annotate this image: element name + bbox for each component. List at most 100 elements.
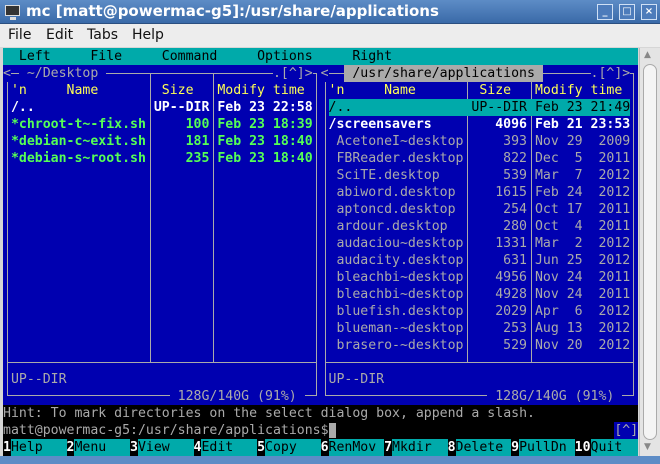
prompt-corner[interactable]: [^]: [614, 422, 638, 439]
fkey-number: 3: [130, 440, 138, 455]
file-name[interactable]: blueman-~desktop: [329, 320, 463, 337]
file-size: 181: [185, 134, 210, 149]
file-size: 631: [503, 253, 527, 268]
mc-menu-right[interactable]: Right: [352, 48, 392, 65]
scroll-down-icon[interactable]: ▼: [644, 442, 651, 452]
file-size: 280: [503, 219, 527, 234]
file-size: UP--DIR: [153, 100, 210, 115]
file-size: 822: [503, 151, 527, 166]
file-size: 235: [185, 151, 210, 166]
file-modify-time: Nov 24 2011: [534, 270, 631, 285]
menu-file[interactable]: File: [8, 27, 31, 43]
file-name[interactable]: aptoncd.desktop: [329, 201, 455, 218]
file-modify-time: Apr 6 2012: [534, 304, 631, 319]
scrollbar[interactable]: ▲ ▼: [639, 48, 660, 456]
shell-prompt[interactable]: matt@powermac-g5:/usr/share/applications…: [3, 422, 336, 439]
fkey-pulldn-button[interactable]: PullDn: [519, 439, 575, 456]
file-modify-time: Feb 23 21:49: [534, 100, 631, 115]
file-modify-time: Jun 25 2012: [534, 253, 631, 268]
fkey-number: 7: [384, 440, 393, 455]
sort-indicator[interactable]: 'n: [329, 82, 345, 99]
file-name[interactable]: /screensavers: [329, 116, 432, 133]
fkey-renmov-button[interactable]: RenMov: [328, 439, 385, 456]
fkey-number: 4: [193, 440, 202, 455]
file-name[interactable]: audaciou~desktop: [329, 235, 463, 252]
close-button[interactable]: ×: [641, 4, 657, 20]
fkey-number: 1: [3, 440, 11, 455]
fkey-menu-button[interactable]: Menu: [74, 439, 131, 456]
file-modify-time: Nov 29 2009: [534, 134, 631, 149]
file-name[interactable]: *debian-c~exit.sh: [11, 133, 146, 150]
fkey-help-button[interactable]: Help: [10, 439, 67, 456]
column-divider: [213, 73, 215, 362]
mc-menu-left[interactable]: Left: [19, 48, 51, 65]
fkey-quit-button[interactable]: Quit: [590, 439, 638, 456]
file-modify-time: Feb 21 23:53: [534, 117, 631, 132]
file-modify-time: Feb 23 18:40: [217, 134, 313, 149]
file-name[interactable]: bleachbi~desktop: [329, 269, 463, 286]
file-name[interactable]: ardour.desktop: [329, 218, 447, 235]
file-size: 4928: [495, 287, 527, 302]
file-name[interactable]: /..: [329, 99, 353, 116]
status-separator: [6, 362, 317, 363]
file-size: UP--DIR: [471, 100, 527, 115]
file-size: 1615: [495, 185, 527, 200]
header-size[interactable]: Size: [162, 82, 194, 99]
panel-history-button[interactable]: <: [320, 65, 329, 82]
menu-tabs[interactable]: Tabs: [87, 27, 118, 43]
fkey-number: 9: [511, 440, 520, 455]
panel-path: /usr/share/applications: [344, 65, 543, 82]
file-name[interactable]: /..: [11, 99, 35, 116]
panel-history-button[interactable]: <: [3, 65, 11, 82]
column-divider: [467, 73, 469, 362]
file-name[interactable]: FBReader.desktop: [329, 150, 463, 167]
panel-corner-button[interactable]: .[^]>: [590, 65, 631, 82]
sort-indicator[interactable]: 'n: [11, 82, 27, 99]
menu-edit[interactable]: Edit: [46, 27, 73, 43]
file-name[interactable]: audacity.desktop: [329, 252, 463, 269]
mc-menu-file[interactable]: File: [90, 48, 122, 65]
file-modify-time: Dec 5 2011: [534, 151, 631, 166]
file-name[interactable]: bleachbi~desktop: [329, 286, 463, 303]
file-name[interactable]: *chroot-t~-fix.sh: [11, 116, 146, 133]
fkey-copy-button[interactable]: Copy: [265, 439, 321, 456]
menu-help[interactable]: Help: [132, 27, 164, 43]
fkey-delete-button[interactable]: Delete: [455, 439, 512, 456]
fkey-view-button[interactable]: View: [137, 439, 194, 456]
file-size: 100: [185, 117, 210, 132]
file-name[interactable]: *debian-s~root.sh: [11, 150, 146, 167]
minimize-button[interactable]: _: [597, 4, 613, 20]
panel-status: UP--DIR: [10, 372, 67, 387]
file-size: 1331: [495, 236, 527, 251]
header-modify-time[interactable]: Modify time: [217, 82, 304, 99]
hint-line: Hint: To mark directories on the select …: [3, 406, 535, 421]
fkey-edit-button[interactable]: Edit: [201, 439, 258, 456]
panel-corner-button[interactable]: .[^]>: [272, 65, 313, 82]
fkey-number: 2: [66, 440, 75, 455]
file-size: 539: [503, 168, 527, 183]
file-size: 254: [503, 202, 527, 217]
panel-path: ~/Desktop: [18, 65, 107, 82]
scrollbar-thumb[interactable]: [643, 64, 657, 440]
app-menubar: File Edit Tabs Help: [0, 24, 660, 47]
file-name[interactable]: SciTE.desktop: [329, 167, 439, 184]
scroll-up-icon[interactable]: ▲: [644, 50, 651, 60]
fkey-number: 6: [320, 440, 329, 455]
terminal[interactable]: Left File Command Options Right < ~/Desk…: [3, 48, 638, 456]
fkey-number: 5: [257, 440, 266, 455]
header-modify-time[interactable]: Modify time: [535, 82, 622, 99]
mc-menu-options[interactable]: Options: [257, 48, 313, 65]
file-name[interactable]: brasero-~desktop: [329, 337, 463, 354]
file-size: 4956: [495, 270, 527, 285]
file-name[interactable]: abiword.desktop: [329, 184, 455, 201]
header-name[interactable]: Name: [67, 82, 99, 99]
mc-menu-command[interactable]: Command: [162, 48, 218, 65]
text-cursor: [328, 423, 337, 438]
file-name[interactable]: AcetoneI~desktop: [329, 133, 463, 150]
fkey-mkdir-button[interactable]: Mkdir: [392, 439, 448, 456]
file-name[interactable]: bluefish.desktop: [329, 303, 463, 320]
maximize-button[interactable]: □: [619, 4, 635, 20]
header-name[interactable]: Name: [384, 82, 416, 99]
header-size[interactable]: Size: [479, 82, 511, 99]
file-size: 2029: [495, 304, 527, 319]
